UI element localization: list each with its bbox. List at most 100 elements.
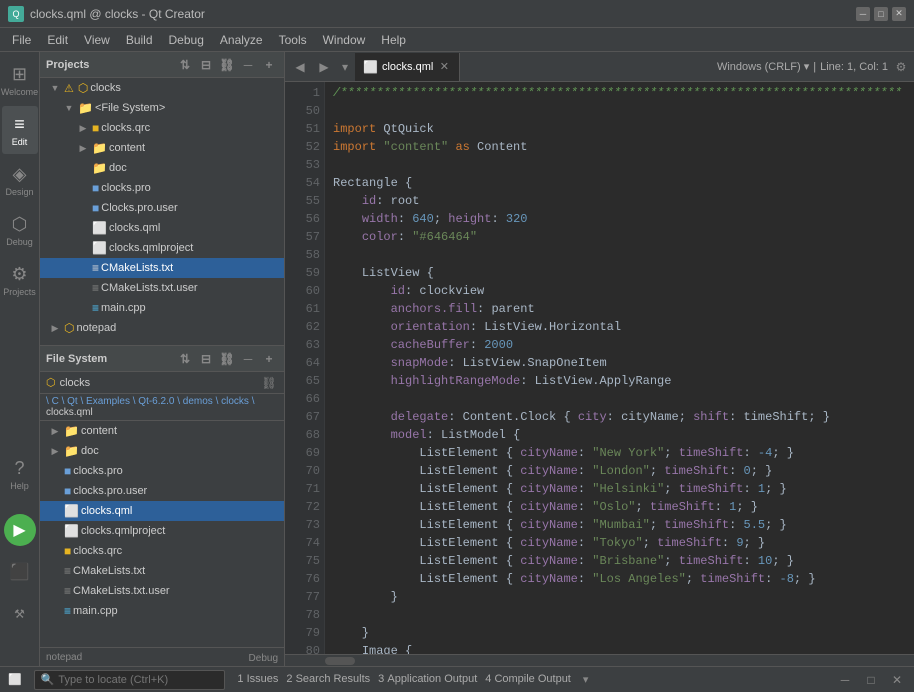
projects-expand-button[interactable]: + (260, 56, 278, 74)
editor-tab-bar: ◀ ▶ ▾ ⬜ clocks.qml ✕ Windows (CRLF) ▾ | … (285, 52, 914, 82)
menu-item-debug[interactable]: Debug (161, 31, 212, 49)
fs-filter-button[interactable]: ⊟ (197, 350, 215, 368)
menu-item-analyze[interactable]: Analyze (212, 31, 271, 49)
fs-item-clocks-pro-user[interactable]: ■ clocks.pro.user (40, 481, 284, 501)
editor-tab-clocks-qml[interactable]: ⬜ clocks.qml ✕ (355, 53, 460, 81)
tree-item-clocks-project[interactable]: ▼ ⚠ ⬡ clocks (40, 78, 284, 98)
breadcrumb-link-qt[interactable]: Qt (67, 396, 78, 407)
sidebar-item-help[interactable]: ? Help (2, 450, 38, 498)
arrow-icon: ▶ (76, 143, 90, 154)
fs-item-doc[interactable]: ▶ 📁 doc (40, 441, 284, 461)
tree-item-clocks-pro-user[interactable]: ■ Clocks.pro.user (40, 198, 284, 218)
breadcrumb-link-c[interactable]: C (52, 396, 59, 407)
tree-item-content[interactable]: ▶ 📁 content (40, 138, 284, 158)
code-content[interactable]: /***************************************… (325, 82, 914, 654)
menu-item-view[interactable]: View (76, 31, 118, 49)
run-button[interactable]: ▶ (4, 514, 36, 546)
tree-item-clocks-qrc[interactable]: ▶ ■ clocks.qrc (40, 118, 284, 138)
tree-label: CMakeLists.txt (73, 565, 145, 577)
search-box[interactable]: 🔍 (34, 670, 226, 690)
fs-collapse-button[interactable]: ─ (239, 350, 257, 368)
sidebar-item-edit[interactable]: ≡ Edit (2, 106, 38, 154)
tree-item-doc[interactable]: 📁 doc (40, 158, 284, 178)
tab-nav-back[interactable]: ◀ (289, 53, 311, 81)
horizontal-scrollbar[interactable] (285, 654, 914, 666)
projects-filter-button[interactable]: ⊟ (197, 56, 215, 74)
menu-item-file[interactable]: File (4, 31, 39, 49)
tree-item-cmakelists-user[interactable]: ≡ CMakeLists.txt.user (40, 278, 284, 298)
menu-item-build[interactable]: Build (118, 31, 161, 49)
fs-item-cmakelists-user[interactable]: ≡ CMakeLists.txt.user (40, 581, 284, 601)
fs-expand-button[interactable]: + (260, 350, 278, 368)
projects-link-button[interactable]: ⛓ (218, 56, 236, 74)
maximize-button[interactable]: □ (874, 7, 888, 21)
fs-item-content[interactable]: ▶ 📁 content (40, 421, 284, 441)
file-icon: ≡ (64, 604, 71, 618)
minimize-button[interactable]: ─ (856, 7, 870, 21)
bottom-maximize-btn[interactable]: □ (862, 671, 880, 689)
tab-nav-forward[interactable]: ▶ (313, 53, 335, 81)
tab-app-output[interactable]: 3 Application Output (378, 673, 477, 686)
tab-search-results[interactable]: 2 Search Results (286, 673, 370, 686)
tree-item-clocks-pro[interactable]: ■ clocks.pro (40, 178, 284, 198)
fs-item-main-cpp[interactable]: ≡ main.cpp (40, 601, 284, 621)
fs-root-nav-button[interactable]: ⛓ (260, 374, 278, 392)
breadcrumb-link-qt620[interactable]: Qt-6.2.0 (138, 396, 174, 407)
sidebar-item-welcome[interactable]: ⊞ Welcome (2, 56, 38, 104)
tab-list-button[interactable]: ▾ (337, 53, 353, 81)
fs-item-clocks-qml[interactable]: ⬜ clocks.qml (40, 501, 284, 521)
bottom-close-btn[interactable]: ✕ (888, 671, 906, 689)
breadcrumb-link-examples[interactable]: Examples (86, 396, 130, 407)
tree-item-cmakelists[interactable]: ≡ CMakeLists.txt (40, 258, 284, 278)
tab-issues[interactable]: 1 Issues (237, 673, 278, 686)
arrow-icon: ▼ (48, 83, 62, 93)
menu-item-window[interactable]: Window (315, 31, 374, 49)
close-button[interactable]: ✕ (892, 7, 906, 21)
fs-link-button[interactable]: ⛓ (218, 350, 236, 368)
projects-sync-button[interactable]: ⇅ (176, 56, 194, 74)
file-icon: ≡ (92, 281, 99, 295)
build-and-run-button[interactable]: ⚒ (4, 598, 36, 630)
code-editor: 1 50 51 52 53 54 55 56 57 58 59 60 61 62… (285, 82, 914, 654)
tree-item-main-cpp[interactable]: ≡ main.cpp (40, 298, 284, 318)
h-scrollbar-thumb[interactable] (325, 657, 355, 665)
sidebar-item-projects[interactable]: ⚙ Projects (2, 256, 38, 304)
notepad-icon: ⬡ (64, 321, 74, 335)
file-icon: ⬜ (92, 241, 107, 255)
sidebar-item-debug[interactable]: ⬡ Debug (2, 206, 38, 254)
search-input[interactable] (58, 674, 218, 686)
menu-item-edit[interactable]: Edit (39, 31, 76, 49)
encoding-dropdown[interactable]: Windows (CRLF) ▾ (717, 60, 809, 73)
projects-collapse-button[interactable]: ─ (239, 56, 257, 74)
sidebar-item-design[interactable]: ◈ Design (2, 156, 38, 204)
folder-icon: 📁 (92, 141, 107, 155)
panel-toggle-icon: ⬜ (8, 673, 22, 686)
folder-icon: 📁 (92, 161, 107, 175)
fs-sync-button[interactable]: ⇅ (176, 350, 194, 368)
fs-item-cmakelists[interactable]: ≡ CMakeLists.txt (40, 561, 284, 581)
editor-options-button[interactable]: ⚙ (892, 58, 910, 76)
fs-item-clocks-qrc[interactable]: ■ clocks.qrc (40, 541, 284, 561)
tree-item-clocks-qml[interactable]: ⬜ clocks.qml (40, 218, 284, 238)
bottom-minimize-btn[interactable]: ─ (836, 671, 854, 689)
stop-button[interactable]: ⬛ (4, 556, 36, 588)
menu-item-help[interactable]: Help (373, 31, 414, 49)
bottom-panel-toggle[interactable]: ⬜ (8, 673, 22, 686)
title-text: clocks.qml @ clocks - Qt Creator (30, 7, 850, 21)
tree-item-filesystem[interactable]: ▼ 📁 <File System> (40, 98, 284, 118)
file-icon: ≡ (64, 584, 71, 598)
fs-root-selector[interactable]: ⬡ clocks ⛓ (40, 372, 284, 394)
fs-item-clocks-qmlproject[interactable]: ⬜ clocks.qmlproject (40, 521, 284, 541)
fs-item-clocks-pro[interactable]: ■ clocks.pro (40, 461, 284, 481)
edit-label: Edit (12, 137, 28, 147)
tree-item-clocks-qmlproject[interactable]: ⬜ clocks.qmlproject (40, 238, 284, 258)
menu-item-tools[interactable]: Tools (271, 31, 315, 49)
tree-item-notepad[interactable]: ▶ ⬡ notepad (40, 318, 284, 338)
breadcrumb-link-demos[interactable]: demos (183, 396, 213, 407)
tab-compile-output[interactable]: 4 Compile Output (485, 673, 571, 686)
output-selector-dropdown[interactable]: ▾ (583, 673, 589, 686)
tab-close-button[interactable]: ✕ (437, 60, 451, 74)
breadcrumb-link-clocks[interactable]: clocks (221, 396, 249, 407)
projects-label: Projects (3, 287, 36, 297)
tree-label: clocks.qrc (101, 122, 150, 134)
